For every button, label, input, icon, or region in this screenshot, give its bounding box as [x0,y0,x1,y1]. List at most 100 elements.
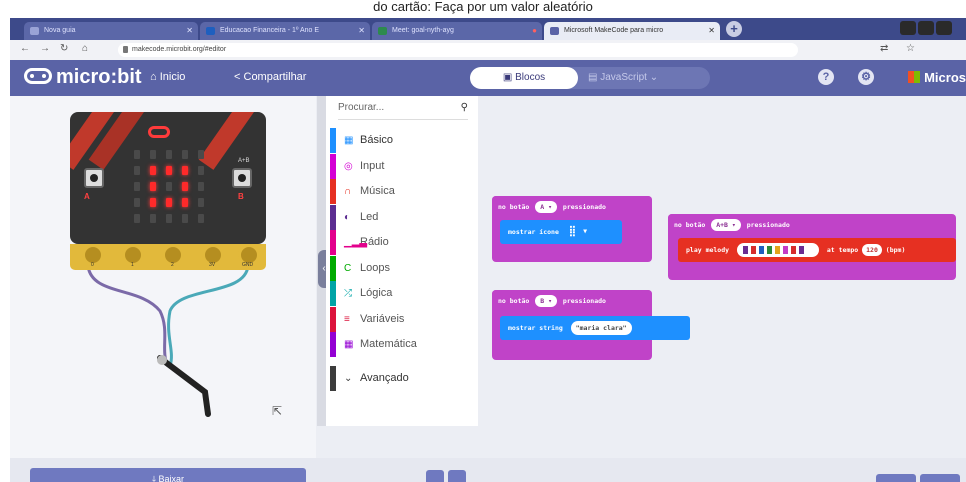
led-1-1 [150,166,156,175]
toolbox-search-input[interactable]: Procurar... ⚲ [338,102,468,120]
category-label: Matemática [360,338,417,350]
recording-icon: ● [532,26,537,35]
tab-new[interactable]: Nova guia ✕ [24,22,198,40]
event-block-button-ab[interactable]: no botão A+B ▾ pressionado play melody a… [668,214,956,280]
microbit-logo[interactable]: micro:bit [24,66,142,89]
button-b[interactable] [232,168,252,188]
button-dropdown[interactable]: A+B ▾ [711,219,741,231]
button-a-label: A [84,192,90,201]
toolbox-category-6[interactable]: ⤮ Lógica [330,281,474,306]
javascript-tab[interactable]: ▤ JavaScript ⌄ [588,67,658,89]
button-dropdown[interactable]: A ▾ [535,201,557,213]
maximize-button[interactable] [918,21,934,35]
tempo-unit: (bpm) [885,246,906,254]
category-color-bar [330,255,336,281]
toolbox-category-0[interactable]: ▦ Básico [330,128,474,153]
redo-button[interactable] [448,470,466,482]
led-4-1 [150,214,156,223]
tab-meet[interactable]: Meet: goal-nyth-ayg ● [372,22,542,40]
microbit-logo-icon [24,68,52,84]
translate-icon[interactable]: ⇄ [880,43,888,54]
puzzle-icon: ▣ [502,72,513,83]
minimize-button[interactable] [900,21,916,35]
logo-text: micro:bit [56,66,142,88]
play-melody-block[interactable]: play melody at tempo 120 (bpm) [678,238,956,262]
back-icon[interactable]: ← [20,43,30,54]
event-prefix: no botão [498,203,530,211]
event-block-button-b[interactable]: no botão B ▾ pressionado mostrar string … [492,290,690,360]
led-3-0 [134,198,140,207]
calculator-icon: ▦ [344,339,354,350]
home-icon[interactable]: ⌂ [82,43,88,54]
event-block-button-a[interactable]: no botão A ▾ pressionado mostrar ícone ⣿… [492,196,652,262]
gear-icon[interactable]: ⚙ [858,69,874,85]
toolbox-category-7[interactable]: ≡ Variáveis [330,306,474,332]
button-a[interactable] [84,168,104,188]
melody-editor[interactable] [736,243,819,257]
reload-icon[interactable]: ↻ [60,43,68,54]
home-label: Inicio [159,71,186,83]
forward-icon[interactable]: → [40,43,50,54]
button-b-label: B [238,192,244,201]
led-4-0 [134,214,140,223]
toolbox-category-5[interactable]: C Loops [330,255,474,281]
target-icon: ◎ [344,160,353,172]
download-button[interactable]: ⤓ Baixar [30,468,306,482]
blocks-label: Blocos [515,72,546,83]
page-caption: do cartão: Faça por um valor aleatório [0,0,966,20]
makecode-header: micro:bit ⌂ Inicio < Compartilhar ▣ Bloc… [10,60,966,96]
signal-icon: ▁▂▃ [344,237,368,248]
show-icon-block[interactable]: mostrar ícone ⣿ ▾ [500,220,622,244]
touch-logo[interactable] [148,126,170,138]
tab-makecode[interactable]: Microsoft MakeCode para micro ✕ [544,22,720,40]
microsoft-icon [908,71,921,83]
toolbox-category-3[interactable]: ◐ Led [330,204,474,230]
zoom-out-button[interactable] [920,474,960,482]
pin-label: 3V [209,262,216,268]
toolbox-category-2[interactable]: ∩ Música [330,179,474,204]
led-4-3 [182,214,188,223]
share-link[interactable]: < Compartilhar [234,71,306,83]
toggle-icon: ◐ [344,211,351,223]
close-icon[interactable]: ✕ [186,22,193,40]
heart-grid-icon[interactable]: ⣿ ▾ [569,226,588,237]
microsoft-logo[interactable]: Micros [908,70,966,85]
tempo-value[interactable]: 120 [862,244,882,256]
toolbox-category-1[interactable]: ◎ Input [330,153,474,179]
share-icon: < [234,71,241,83]
event-header: no botão B ▾ pressionado [492,290,652,312]
tab-educacao[interactable]: Educacao Financeira - 1º Ano E ✕ [200,22,370,40]
new-tab-button[interactable]: + [726,21,742,37]
statement-label: play melody [686,246,730,254]
help-icon[interactable]: ? [818,69,834,85]
led-2-4 [198,182,204,191]
toolbox-category-9[interactable]: ⌄ Avançado [330,365,474,391]
button-dropdown[interactable]: B ▾ [535,295,557,307]
star-icon[interactable]: ☆ [906,43,915,54]
zoom-button[interactable] [876,474,916,482]
close-icon[interactable]: ✕ [358,22,365,40]
makecode-icon [550,27,559,35]
category-label: Loops [360,261,390,274]
led-2-0 [134,182,140,191]
chevron-down-icon: ⌄ [344,372,353,384]
blocks-tab[interactable]: ▣ Blocos [470,67,578,89]
home-link[interactable]: ⌂ Inicio [150,71,185,83]
close-icon[interactable]: ✕ [708,22,715,40]
tab-title: Meet: goal-nyth-ayg [392,27,454,34]
toolbox-category-8[interactable]: ▦ Matemática [330,332,474,357]
toolbox-category-4[interactable]: ▁▂▃ Rádio [330,230,474,255]
category-color-bar [330,306,336,332]
search-icon[interactable]: ⚲ [461,102,468,113]
tempo-label: at tempo [826,246,859,254]
edge-connector: 0 1 2 3V GND [70,244,266,270]
close-window-button[interactable] [936,21,952,35]
lock-icon [123,46,128,53]
string-value[interactable]: "maria clara" [570,321,632,335]
url-field[interactable]: makecode.microbit.org/#editor [118,43,798,57]
undo-button[interactable] [426,470,444,482]
show-string-block[interactable]: mostrar string "maria clara" [500,316,690,340]
led-1-0 [134,166,140,175]
chevron-down-icon: ⌄ [649,72,659,83]
category-color-bar [330,128,336,153]
